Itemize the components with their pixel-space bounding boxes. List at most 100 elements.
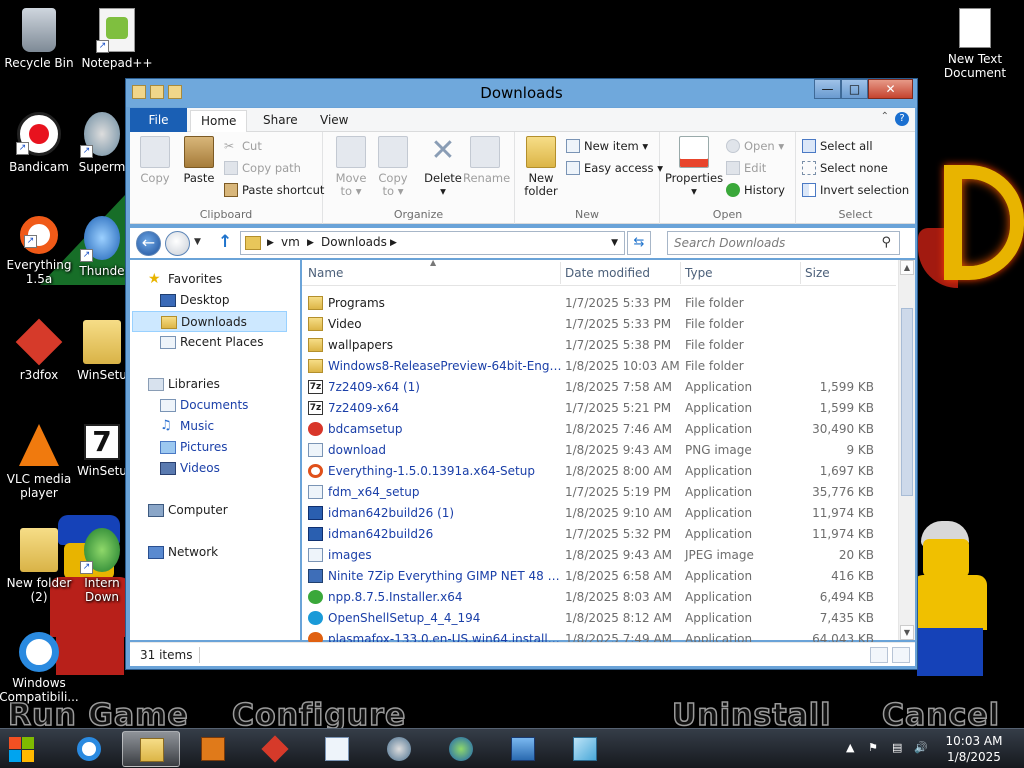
maximize-button[interactable]: □ (841, 79, 868, 99)
taskbar-browser[interactable] (370, 731, 428, 767)
move-to-button[interactable]: Move to ▾ (329, 136, 373, 198)
search-input[interactable]: Search Downloads (674, 236, 785, 250)
desktop-icon-everything[interactable]: ↗ Everything 1.5a (0, 216, 81, 286)
column-divider[interactable] (680, 262, 681, 284)
recent-locations-dropdown-icon[interactable]: ▼ (194, 237, 201, 247)
details-view-button[interactable] (870, 647, 888, 663)
start-button[interactable] (7, 734, 37, 764)
tab-home[interactable]: Home (190, 110, 248, 133)
file-row[interactable]: download 1/8/2025 9:43 AM PNG image 9 KB (302, 440, 896, 461)
network-icon[interactable]: ▤ (892, 741, 902, 754)
address-dropdown-icon[interactable]: ▼ (611, 238, 618, 248)
file-row[interactable]: 7z 7z2409-x64 (1) 1/8/2025 7:58 AM Applicat… (302, 377, 896, 398)
explorer-window[interactable]: Downloads — □ ✕ File Home Share View ⌃ ?… (125, 78, 918, 670)
select-none-button[interactable]: Select none (802, 158, 888, 178)
minimize-button[interactable]: — (814, 79, 841, 99)
desktop-icon-winsetup-folder[interactable]: WinSetu (72, 320, 132, 382)
desktop-icon-new-folder-2[interactable]: New folder (2) (0, 528, 81, 604)
desktop-icon-internet-download[interactable]: ↗ Intern Down (72, 528, 132, 604)
open-button[interactable]: Open ▾ (726, 136, 784, 156)
up-arrow-button[interactable]: ↑ (218, 232, 232, 252)
desktop-icon-superm[interactable]: ↗ Superm (72, 112, 132, 174)
scroll-down-arrow[interactable]: ▼ (900, 625, 914, 640)
large-icons-view-button[interactable] (892, 647, 910, 663)
forward-button[interactable] (165, 231, 190, 256)
file-row[interactable]: idman642build26 (1) 1/8/2025 9:10 AM Appli… (302, 503, 896, 524)
file-row[interactable]: images 1/8/2025 9:43 AM JPEG image 20 KB (302, 545, 896, 566)
cut-button[interactable]: ✂ Cut (224, 136, 262, 156)
column-divider[interactable] (560, 262, 561, 284)
vertical-scrollbar[interactable]: ▲ ▼ (898, 260, 915, 640)
desktop-icon-thunderbird[interactable]: ↗ Thunde (72, 216, 132, 278)
desktop-icon-windows-compatibility[interactable]: Windows Compatibili... (0, 632, 81, 704)
search-box[interactable]: Search Downloads ⚲ (667, 231, 900, 255)
new-item-button[interactable]: New item ▾ (566, 136, 648, 156)
file-row[interactable]: OpenShellSetup_4_4_194 1/8/2025 8:12 AM Ap… (302, 608, 896, 629)
desktop-icon-winsetup[interactable]: 7 WinSetu (72, 424, 132, 478)
close-button[interactable]: ✕ (868, 79, 913, 99)
file-row[interactable]: fdm_x64_setup 1/7/2025 5:19 PM Application… (302, 482, 896, 503)
path-box[interactable]: ▶ vm ▶ Downloads ▶ ▼ (240, 231, 625, 255)
taskbar-internet-explorer[interactable] (60, 731, 118, 767)
breadcrumb-separator-icon[interactable]: ▶ (390, 238, 397, 248)
nav-downloads[interactable]: Downloads (132, 311, 287, 332)
breadcrumb-separator-icon[interactable]: ▶ (267, 238, 274, 248)
taskbar-control-panel[interactable] (308, 731, 366, 767)
breadcrumb-separator-icon[interactable]: ▶ (307, 238, 314, 248)
file-row[interactable]: Programs 1/7/2025 5:33 PM File folder (302, 293, 896, 314)
file-row[interactable]: Everything-1.5.0.1391a.x64-Setup 1/8/2025… (302, 461, 896, 482)
refresh-button[interactable]: ⇆ (627, 231, 651, 255)
invert-selection-button[interactable]: Invert selection (802, 180, 909, 200)
copy-to-button[interactable]: Copy to ▾ (371, 136, 415, 198)
file-row[interactable]: Video 1/7/2025 5:33 PM File folder (302, 314, 896, 335)
history-button[interactable]: History (726, 180, 785, 200)
tab-share[interactable]: Share (253, 110, 308, 132)
easy-access-button[interactable]: Easy access ▾ (566, 158, 663, 178)
copy-button[interactable]: Copy (133, 136, 177, 185)
tab-view[interactable]: View (310, 110, 358, 132)
paste-button[interactable]: Paste (177, 136, 221, 185)
help-icon[interactable]: ? (895, 112, 909, 126)
file-row[interactable]: wallpapers 1/7/2025 5:38 PM File folder (302, 335, 896, 356)
desktop-icon-bandicam[interactable]: ↗ Bandicam (0, 112, 81, 174)
taskbar-media-player[interactable] (184, 731, 242, 767)
scrollbar-thumb[interactable] (901, 308, 913, 496)
breadcrumb-vm[interactable]: vm (281, 235, 300, 249)
action-center-flag-icon[interactable]: ⚑ (868, 741, 878, 754)
desktop-icon-vlc[interactable]: VLC media player (0, 424, 81, 500)
new-folder-button[interactable]: New folder (519, 136, 563, 198)
properties-button[interactable]: Properties ▾ (664, 136, 724, 198)
delete-button[interactable]: ✕ Delete ▾ (421, 136, 465, 198)
taskbar-r3dfox[interactable] (246, 731, 304, 767)
desktop-icon-r3dfox[interactable]: r3dfox (0, 318, 81, 382)
desktop-icon-recycle-bin[interactable]: Recycle Bin (0, 8, 81, 70)
column-divider[interactable] (800, 262, 801, 284)
desktop-icon-notepad-plus-plus[interactable]: ↗ Notepad++ (75, 8, 159, 70)
tab-file[interactable]: File (130, 108, 187, 132)
rename-button[interactable]: Rename (463, 136, 510, 185)
show-hidden-icons-icon[interactable]: ▲ (846, 741, 854, 754)
file-row[interactable]: Windows8-ReleasePreview-64bit-English 1/8… (302, 356, 896, 377)
scroll-up-arrow[interactable]: ▲ (900, 260, 914, 275)
back-button[interactable]: ← (136, 231, 161, 256)
column-header-name[interactable]: Name (308, 266, 343, 280)
copy-path-button[interactable]: Copy path (224, 158, 301, 178)
select-all-button[interactable]: Select all (802, 136, 873, 156)
column-header-type[interactable]: Type (685, 266, 713, 280)
breadcrumb-downloads[interactable]: Downloads (321, 235, 387, 249)
desktop-icon-new-text-document[interactable]: New Text Document (933, 8, 1017, 80)
clock[interactable]: 10:03 AM 1/8/2025 (938, 733, 1010, 765)
file-row[interactable]: bdcamsetup 1/8/2025 7:46 AM Application 30,… (302, 419, 896, 440)
column-header-date[interactable]: Date modified (565, 266, 650, 280)
edit-button[interactable]: Edit (726, 158, 766, 178)
file-row[interactable]: idman642build26 1/7/2025 5:32 PM Applicati… (302, 524, 896, 545)
file-row[interactable]: npp.8.7.5.Installer.x64 1/8/2025 8:03 AM A… (302, 587, 896, 608)
taskbar-file-explorer[interactable] (122, 731, 180, 767)
taskbar-image-viewer[interactable] (494, 731, 552, 767)
file-row[interactable]: 7z 7z2409-x64 1/7/2025 5:21 PM Application 1… (302, 398, 896, 419)
taskbar-download-manager[interactable] (432, 731, 490, 767)
title-bar[interactable]: Downloads — □ ✕ (126, 79, 917, 107)
collapse-ribbon-icon[interactable]: ⌃ (881, 111, 889, 122)
volume-icon[interactable]: 🔊 (914, 741, 928, 754)
taskbar-notepad[interactable] (556, 731, 614, 767)
